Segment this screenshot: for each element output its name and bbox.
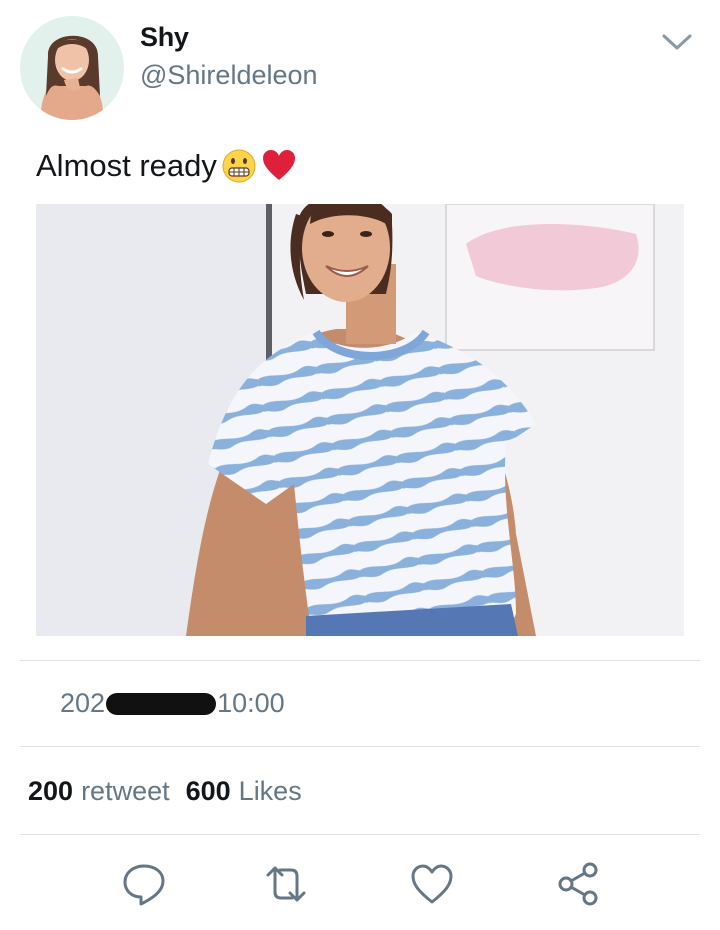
retweet-count[interactable]: 200 <box>28 776 73 807</box>
likes-count[interactable]: 600 <box>186 776 231 807</box>
tweet-card: Shy @Shireldeleon Almost ready 202 10:00… <box>0 0 720 930</box>
tweet-timestamp[interactable]: 202 10:00 <box>60 688 285 719</box>
share-icon[interactable] <box>554 860 602 908</box>
redaction-mark <box>106 692 217 715</box>
timestamp-time: 10:00 <box>217 688 285 718</box>
tweet-stats: 200 retweet 600 Likes <box>28 776 318 807</box>
heart-icon[interactable] <box>408 860 456 908</box>
grimacing-face-emoji <box>221 148 257 184</box>
retweet-icon[interactable] <box>262 860 310 908</box>
red-heart-emoji <box>261 148 297 184</box>
divider <box>20 834 700 835</box>
reply-icon[interactable] <box>120 860 168 908</box>
action-bar <box>0 860 720 908</box>
tweet-text: Almost ready <box>36 148 297 184</box>
divider <box>20 660 700 661</box>
avatar[interactable] <box>20 16 124 120</box>
tweet-body: Almost ready <box>36 148 217 183</box>
divider <box>20 746 700 747</box>
tweet-photo[interactable] <box>36 204 684 636</box>
retweet-label[interactable]: retweet <box>81 776 170 807</box>
timestamp-prefix: 202 <box>60 688 106 718</box>
user-handle[interactable]: @Shireldeleon <box>140 60 318 91</box>
likes-label[interactable]: Likes <box>239 776 302 807</box>
chevron-down-icon[interactable] <box>660 30 694 54</box>
display-name[interactable]: Shy <box>140 22 189 53</box>
